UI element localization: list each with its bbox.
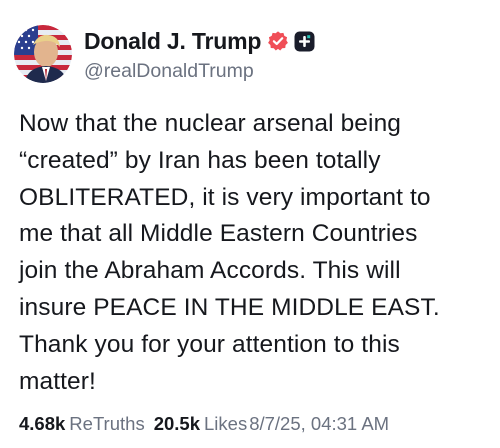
retruths-label: ReTruths bbox=[69, 413, 145, 434]
author-handle[interactable]: @realDonaldTrump bbox=[84, 60, 254, 83]
avatar[interactable] bbox=[14, 25, 72, 83]
verified-badge-icon bbox=[267, 30, 289, 52]
post-text-line: “created” by Iran has been totally bbox=[19, 146, 381, 174]
likes-label: Likes bbox=[204, 413, 248, 434]
likes-stat[interactable]: 20.5k Likes bbox=[154, 413, 248, 435]
retruths-count: 4.68k bbox=[19, 413, 66, 434]
post-text-line: join the Abraham Accords. This will bbox=[19, 257, 401, 285]
post-text-line: me that all Middle Eastern Countries bbox=[19, 220, 418, 248]
post-text-line: OBLITERATED, it is very important to bbox=[19, 183, 431, 211]
retruths-stat[interactable]: 4.68k ReTruths bbox=[19, 413, 145, 435]
post-timestamp[interactable]: 8/7/25, 04:31 AM bbox=[249, 413, 389, 435]
author-name-row: Donald J. Trump bbox=[84, 28, 315, 54]
post-text-line: Now that the nuclear arsenal being bbox=[19, 110, 402, 137]
post-text-line: matter! bbox=[19, 367, 96, 395]
author-display-name[interactable]: Donald J. Trump bbox=[84, 28, 261, 55]
subscriber-plus-icon bbox=[294, 31, 315, 52]
profile-photo-icon bbox=[14, 25, 72, 83]
post-text-line: Thank you for your attention to this bbox=[19, 330, 400, 358]
post-stats: 4.68k ReTruths 20.5k Likes 8/7/25, 04:31… bbox=[19, 413, 389, 435]
post-body: Now that the nuclear arsenal being “crea… bbox=[19, 106, 489, 400]
likes-count: 20.5k bbox=[153, 413, 200, 434]
truth-post: Donald J. Trump @realDonaldTrump Now tha… bbox=[0, 0, 500, 448]
post-text-line: insure PEACE IN THE MIDDLE EAST. bbox=[19, 293, 440, 321]
